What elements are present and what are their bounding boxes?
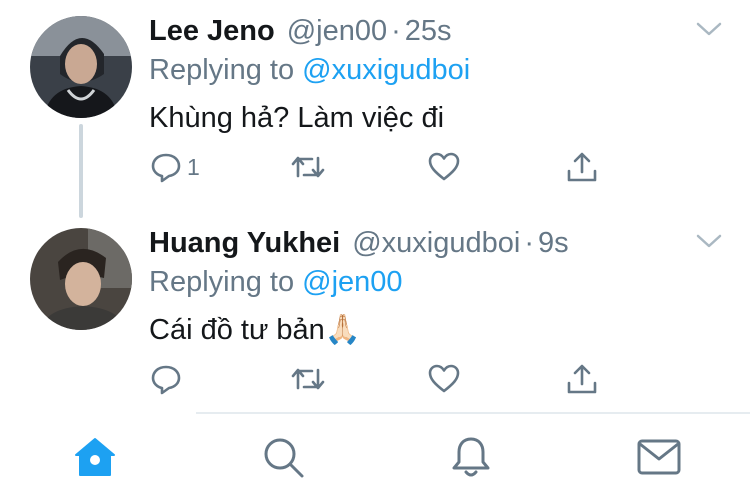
- retweet-button[interactable]: [289, 359, 327, 399]
- tweet-2[interactable]: Huang Yukhei @xuxigudboi · 9s Replying to @…: [0, 0, 750, 412]
- tab-messages[interactable]: [634, 432, 684, 482]
- tweet-actions: [149, 359, 619, 399]
- avatar-photo: [30, 228, 132, 330]
- reply-button[interactable]: [149, 359, 187, 399]
- tab-search[interactable]: [258, 432, 308, 482]
- home-icon: [75, 438, 115, 476]
- reply-icon: [151, 365, 181, 395]
- notifications-icon: [452, 437, 490, 477]
- mention-link[interactable]: @jen00: [302, 266, 402, 298]
- retweet-icon: [291, 368, 325, 390]
- tweet-header: Huang Yukhei @xuxigudboi · 9s: [149, 226, 569, 260]
- bottom-tab-bar: [0, 414, 750, 496]
- display-name[interactable]: Huang Yukhei: [149, 227, 340, 259]
- like-button[interactable]: [427, 359, 461, 399]
- search-icon: [264, 438, 304, 478]
- tab-notifications[interactable]: [446, 432, 496, 482]
- user-handle[interactable]: @xuxigudboi: [352, 227, 520, 259]
- replying-to-label: Replying to: [149, 266, 295, 298]
- share-icon: [567, 364, 597, 394]
- tab-home[interactable]: [70, 432, 120, 482]
- avatar[interactable]: [30, 228, 132, 330]
- share-button[interactable]: [565, 359, 599, 399]
- replying-to-line: Replying to @jen00: [149, 265, 403, 299]
- separator-dot: ·: [524, 227, 535, 259]
- chevron-down-icon[interactable]: [694, 232, 724, 252]
- messages-icon: [637, 439, 681, 475]
- tweet-text: Cái đồ tư bản🙏🏻: [149, 314, 361, 346]
- heart-icon: [428, 364, 460, 393]
- timestamp[interactable]: 9s: [538, 227, 569, 259]
